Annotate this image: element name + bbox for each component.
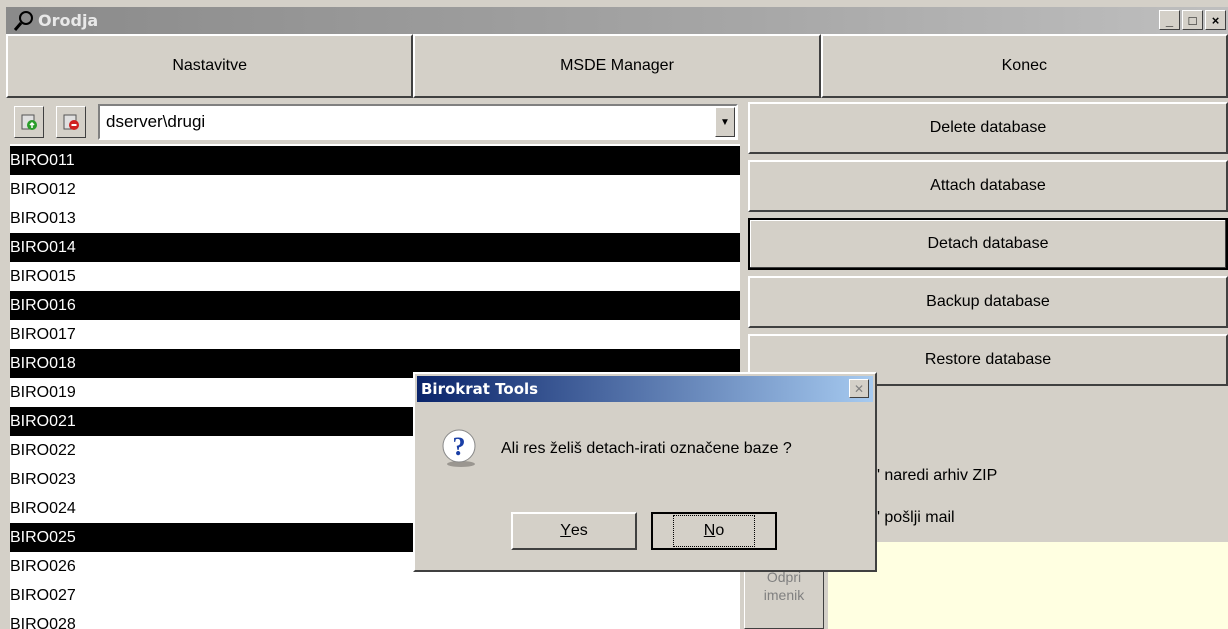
confirm-dialog: Birokrat Tools ✕ ? Ali res želiš detach-… [413,372,877,572]
yes-button[interactable]: Yes [511,512,637,550]
attach-database-button[interactable]: Attach database [748,160,1228,212]
list-item[interactable]: BIRO014 [10,233,740,262]
title-bar[interactable]: Orodja _ □ × [6,7,1228,34]
backup-database-button[interactable]: Backup database [748,276,1228,328]
server-select-value: dserver\drugi [106,112,206,131]
list-item[interactable]: BIRO011 [10,146,740,175]
yes-button-label: es [570,522,588,539]
path-info-area [828,542,1228,629]
dialog-message: Ali res želiš detach-irati označene baze… [501,440,792,457]
list-item[interactable]: BIRO012 [10,175,740,204]
yes-button-mnemonic: Y [560,522,571,539]
list-item[interactable]: BIRO028 [10,610,740,629]
server-toolbar: dserver\drugi ▼ [10,102,740,144]
minimize-button[interactable]: _ [1159,10,1180,30]
tab-nastavitve[interactable]: Nastavitve [6,34,414,98]
server-connect-icon [21,114,37,130]
open-folder-label-2: imenik [763,586,805,603]
maximize-button[interactable]: □ [1182,10,1203,30]
list-item[interactable]: BIRO015 [10,262,740,291]
disconnect-server-button[interactable] [56,106,86,138]
svg-text:?: ? [453,432,466,461]
dialog-close-icon[interactable]: ✕ [849,379,869,398]
list-item[interactable]: BIRO013 [10,204,740,233]
server-select[interactable]: dserver\drugi ▼ [98,104,738,140]
dialog-title: Birokrat Tools [421,380,539,398]
delete-database-button[interactable]: Delete database [748,102,1228,154]
zip-archive-option[interactable]: -u" naredi arhiv ZIP [860,467,997,485]
no-button-mnemonic: N [703,522,716,539]
close-button[interactable]: × [1205,10,1226,30]
detach-database-button[interactable]: Detach database [748,218,1228,270]
dialog-title-bar[interactable]: Birokrat Tools ✕ [417,376,873,402]
list-item[interactable]: BIRO017 [10,320,740,349]
tab-konec[interactable]: Konec [820,34,1228,98]
list-item[interactable]: BIRO016 [10,291,740,320]
list-item[interactable]: BIRO027 [10,581,740,610]
no-button[interactable]: No [651,512,777,550]
no-button-label: o [715,522,725,539]
question-icon: ? [442,429,476,467]
magnifier-icon [12,9,36,33]
tab-msde-manager[interactable]: MSDE Manager [413,34,821,98]
chevron-down-icon[interactable]: ▼ [715,107,735,137]
window-controls: _ □ × [1159,10,1226,30]
top-tab-bar: Nastavitve MSDE Manager Konec [6,34,1228,98]
no-button-focus: No [672,515,756,547]
main-window: Orodja _ □ × Nastavitve MSDE Manager Kon… [0,0,1228,629]
server-disconnect-icon [63,114,79,130]
window-title: Orodja [38,11,99,30]
connect-server-button[interactable] [14,106,44,138]
